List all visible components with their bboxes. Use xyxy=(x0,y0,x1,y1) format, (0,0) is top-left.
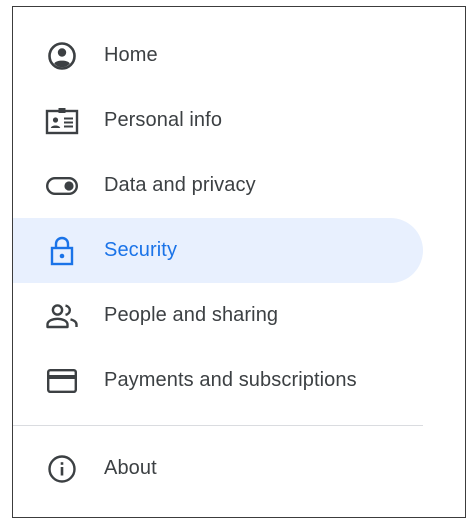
sidebar-item-label: Security xyxy=(104,239,178,261)
sidebar-item-data-and-privacy[interactable]: Data and privacy xyxy=(13,153,423,218)
lock-icon xyxy=(45,234,79,268)
sidebar-item-about[interactable]: About xyxy=(13,436,423,501)
sidebar-item-label: People and sharing xyxy=(104,304,279,326)
info-icon xyxy=(45,452,79,486)
sidebar-item-label: Payments and subscriptions xyxy=(104,369,357,391)
id-card-icon xyxy=(45,104,79,138)
sidebar-item-label: About xyxy=(104,457,157,479)
sidebar-item-security[interactable]: Security xyxy=(13,218,423,283)
sidebar-item-label: Data and privacy xyxy=(104,174,256,196)
sidebar-item-personal-info[interactable]: Personal info xyxy=(13,88,423,153)
sidebar-item-label: Personal info xyxy=(104,109,223,131)
sidebar-item-home[interactable]: Home xyxy=(13,23,423,88)
navigation-panel: Home Personal info Data and privacy Secu… xyxy=(12,6,466,518)
account-circle-icon xyxy=(45,39,79,73)
nav-divider xyxy=(13,425,423,426)
credit-card-icon xyxy=(45,364,79,398)
sidebar-item-payments-and-subscriptions[interactable]: Payments and subscriptions xyxy=(13,348,423,413)
people-icon xyxy=(45,299,79,333)
toggle-icon xyxy=(45,169,79,203)
sidebar-item-label: Home xyxy=(104,44,158,66)
sidebar-item-people-and-sharing[interactable]: People and sharing xyxy=(13,283,423,348)
sidebar-nav: Home Personal info Data and privacy Secu… xyxy=(13,23,465,413)
